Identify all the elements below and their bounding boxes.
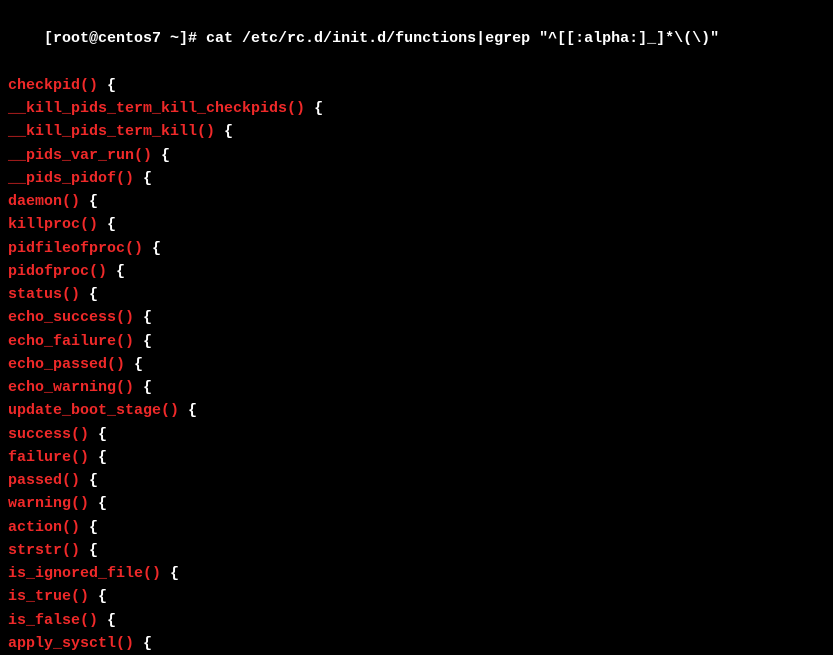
grep-rest: { [143, 240, 161, 257]
output-line: update_boot_stage() { [8, 399, 825, 422]
grep-match: warning() [8, 495, 89, 512]
shell-prompt: [root@centos7 ~]# cat /etc/rc.d/init.d/f… [44, 30, 719, 47]
output-line: echo_failure() { [8, 330, 825, 353]
output-line: success() { [8, 423, 825, 446]
terminal-output[interactable]: [root@centos7 ~]# cat /etc/rc.d/init.d/f… [8, 4, 825, 655]
output-lines: checkpid() {__kill_pids_term_kill_checkp… [8, 74, 825, 655]
grep-match: __pids_pidof() [8, 170, 134, 187]
grep-match: pidfileofproc() [8, 240, 143, 257]
output-line: strstr() { [8, 539, 825, 562]
grep-rest: { [134, 170, 152, 187]
grep-match: action() [8, 519, 80, 536]
output-line: __kill_pids_term_kill() { [8, 120, 825, 143]
grep-match: __pids_var_run() [8, 147, 152, 164]
grep-rest: { [305, 100, 323, 117]
output-line: echo_warning() { [8, 376, 825, 399]
grep-rest: { [125, 356, 143, 373]
grep-match: is_false() [8, 612, 98, 629]
grep-match: echo_failure() [8, 333, 134, 350]
output-line: warning() { [8, 492, 825, 515]
grep-rest: { [98, 77, 116, 94]
grep-rest: { [107, 263, 125, 280]
grep-match: echo_passed() [8, 356, 125, 373]
grep-rest: { [89, 588, 107, 605]
grep-rest: { [179, 402, 197, 419]
grep-rest: { [89, 495, 107, 512]
output-line: apply_sysctl() { [8, 632, 825, 655]
grep-rest: { [89, 449, 107, 466]
grep-match: is_true() [8, 588, 89, 605]
grep-rest: { [161, 565, 179, 582]
grep-match: apply_sysctl() [8, 635, 134, 652]
grep-rest: { [134, 309, 152, 326]
output-line: echo_passed() { [8, 353, 825, 376]
grep-rest: { [89, 426, 107, 443]
output-line: __kill_pids_term_kill_checkpids() { [8, 97, 825, 120]
grep-match: success() [8, 426, 89, 443]
output-line: failure() { [8, 446, 825, 469]
output-line: is_true() { [8, 585, 825, 608]
grep-rest: { [80, 542, 98, 559]
grep-match: status() [8, 286, 80, 303]
grep-match: echo_success() [8, 309, 134, 326]
output-line: __pids_pidof() { [8, 167, 825, 190]
grep-rest: { [80, 472, 98, 489]
output-line: action() { [8, 516, 825, 539]
grep-rest: { [80, 193, 98, 210]
grep-match: update_boot_stage() [8, 402, 179, 419]
grep-rest: { [80, 286, 98, 303]
output-line: echo_success() { [8, 306, 825, 329]
output-line: killproc() { [8, 213, 825, 236]
grep-rest: { [134, 333, 152, 350]
grep-rest: { [134, 379, 152, 396]
grep-match: daemon() [8, 193, 80, 210]
grep-match: pidofproc() [8, 263, 107, 280]
output-line: checkpid() { [8, 74, 825, 97]
output-line: status() { [8, 283, 825, 306]
output-line: is_ignored_file() { [8, 562, 825, 585]
grep-match: checkpid() [8, 77, 98, 94]
grep-match: is_ignored_file() [8, 565, 161, 582]
grep-match: strstr() [8, 542, 80, 559]
grep-match: killproc() [8, 216, 98, 233]
output-line: daemon() { [8, 190, 825, 213]
output-line: __pids_var_run() { [8, 144, 825, 167]
output-line: pidofproc() { [8, 260, 825, 283]
grep-match: __kill_pids_term_kill_checkpids() [8, 100, 305, 117]
grep-rest: { [134, 635, 152, 652]
grep-rest: { [98, 612, 116, 629]
grep-match: __kill_pids_term_kill() [8, 123, 215, 140]
output-line: passed() { [8, 469, 825, 492]
output-line: is_false() { [8, 609, 825, 632]
grep-match: echo_warning() [8, 379, 134, 396]
grep-rest: { [98, 216, 116, 233]
grep-match: passed() [8, 472, 80, 489]
grep-rest: { [215, 123, 233, 140]
grep-rest: { [152, 147, 170, 164]
grep-match: failure() [8, 449, 89, 466]
shell-prompt-line: [root@centos7 ~]# cat /etc/rc.d/init.d/f… [8, 4, 825, 74]
grep-rest: { [80, 519, 98, 536]
output-line: pidfileofproc() { [8, 237, 825, 260]
